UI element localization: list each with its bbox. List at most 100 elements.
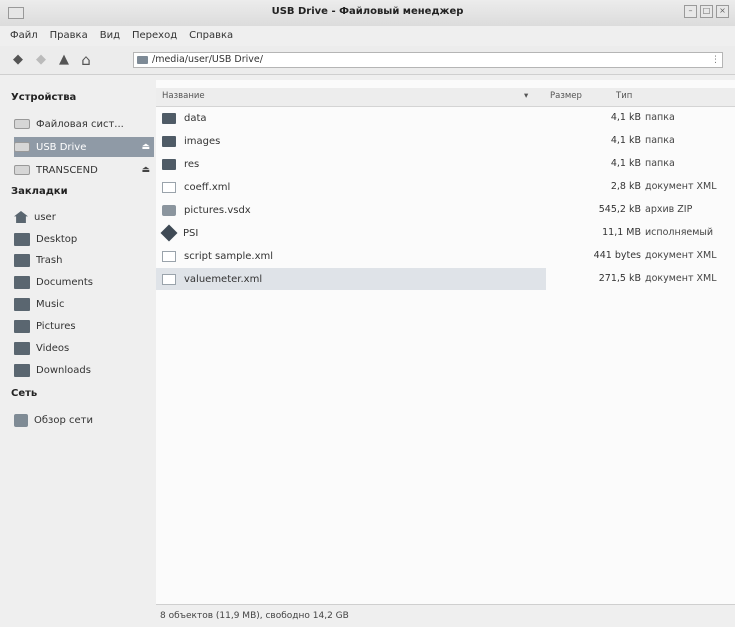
maximize-icon[interactable]: □ (700, 5, 713, 18)
file-icon (162, 273, 176, 285)
forward-icon[interactable]: ◆ (33, 52, 49, 68)
eject-icon[interactable]: ⏏ (141, 142, 150, 152)
file-name: pictures.vsdx (184, 204, 251, 216)
table-row[interactable]: res 4,1 kB папка (156, 153, 735, 175)
network-icon (14, 413, 28, 427)
folder-icon (14, 232, 30, 246)
file-name: PSI (183, 227, 199, 239)
sort-arrow-icon[interactable]: ▾ (524, 91, 528, 101)
sidebar-item-filesystem[interactable]: Файловая сист... (14, 114, 154, 134)
table-row[interactable]: script sample.xml 441 bytes документ XML (156, 245, 735, 267)
sidebar-item-browse-network[interactable]: Обзор сети (14, 410, 154, 430)
file-size: 4,1 kB (610, 135, 641, 146)
file-name: images (184, 135, 221, 147)
sidebar-item-label: Pictures (36, 320, 76, 332)
home-icon[interactable]: ⌂ (78, 52, 94, 68)
column-header: Название ▾ Размер Тип (156, 88, 735, 107)
file-name-cell[interactable]: images (156, 130, 546, 152)
sidebar-item-label: user (34, 211, 56, 223)
file-size: 441 bytes (593, 250, 641, 261)
sidebar-item-label: Videos (36, 342, 70, 354)
sidebar-item-downloads[interactable]: Downloads (14, 360, 154, 380)
sidebar-item-usb-drive[interactable]: USB Drive ⏏ (14, 137, 154, 157)
sidebar-heading-devices: Устройства (11, 92, 77, 103)
sidebar-item-transcend[interactable]: TRANSCEND ⏏ (14, 160, 154, 180)
location-path: /media/user/USB Drive/ (152, 54, 263, 65)
up-icon[interactable]: ▲ (56, 52, 72, 68)
table-row[interactable]: PSI 11,1 MB исполняемый (156, 222, 735, 244)
file-name-cell[interactable]: PSI (156, 222, 546, 244)
sidebar-item-label: TRANSCEND (36, 164, 98, 176)
file-size: 4,1 kB (610, 158, 641, 169)
folder-icon (137, 56, 148, 64)
drive-icon (14, 142, 30, 152)
column-size-header[interactable]: Размер (550, 91, 582, 101)
sidebar-heading-bookmarks: Закладки (11, 186, 68, 197)
file-size: 271,5 kB (598, 273, 641, 284)
table-row[interactable]: valuemeter.xml 271,5 kB документ XML (156, 268, 735, 290)
file-name-cell[interactable]: coeff.xml (156, 176, 546, 198)
table-row[interactable]: images 4,1 kB папка (156, 130, 735, 152)
folder-icon (14, 275, 30, 289)
sidebar-item-label: Файловая сист... (36, 118, 124, 130)
file-size: 545,2 kB (598, 204, 641, 215)
file-type: архив ZIP (645, 204, 693, 215)
archive-icon (162, 204, 176, 216)
column-name-header[interactable]: Название (162, 91, 205, 101)
folder-icon (14, 341, 30, 355)
file-name-cell[interactable]: res (156, 153, 546, 175)
sidebar-item-label: Обзор сети (34, 414, 93, 426)
file-type: исполняемый (645, 227, 714, 238)
toolbar: ◆ ◆ ▲ ⌂ /media/user/USB Drive/ ⋮ (0, 46, 735, 75)
file-type: документ XML (645, 273, 717, 284)
menu-view[interactable]: Вид (100, 26, 120, 46)
file-name-cell[interactable]: data (156, 107, 546, 129)
file-type: документ XML (645, 250, 717, 261)
folder-icon (14, 319, 30, 333)
file-name-cell[interactable]: pictures.vsdx (156, 199, 546, 221)
sidebar-item-user[interactable]: user (14, 207, 154, 227)
sidebar-item-label: Downloads (36, 364, 91, 376)
table-row[interactable]: coeff.xml 2,8 kB документ XML (156, 176, 735, 198)
file-type: папка (645, 112, 675, 123)
status-bar: 8 объектов (11,9 MB), свободно 14,2 GB (156, 604, 735, 627)
location-bar[interactable]: /media/user/USB Drive/ ⋮ (133, 52, 723, 68)
table-row[interactable]: pictures.vsdx 545,2 kB архив ZIP (156, 199, 735, 221)
file-type: папка (645, 158, 675, 169)
file-list: Название ▾ Размер Тип data 4,1 kB папка ima… (156, 80, 735, 627)
sidebar-item-label: Music (36, 298, 65, 310)
sidebar-item-desktop[interactable]: Desktop (14, 229, 154, 249)
minimize-icon[interactable]: – (684, 5, 697, 18)
sidebar-item-label: Desktop (36, 233, 78, 245)
column-type-header[interactable]: Тип (616, 91, 632, 101)
menu-file[interactable]: Файл (10, 26, 38, 46)
sidebar-heading-network: Сеть (11, 388, 38, 399)
drive-icon (14, 165, 30, 175)
sidebar-item-music[interactable]: Music (14, 294, 154, 314)
file-name-cell[interactable]: script sample.xml (156, 245, 546, 267)
sidebar-item-label: Trash (36, 254, 63, 266)
table-row[interactable]: data 4,1 kB папка (156, 107, 735, 129)
sidebar-item-pictures[interactable]: Pictures (14, 316, 154, 336)
close-icon[interactable]: × (716, 5, 729, 18)
drive-icon (14, 119, 30, 129)
file-icon (162, 181, 176, 193)
sidebar-item-trash[interactable]: Trash (14, 250, 154, 270)
window-controls: – □ × (684, 5, 729, 18)
back-icon[interactable]: ◆ (10, 52, 26, 68)
file-size: 2,8 kB (610, 181, 641, 192)
path-menu-icon[interactable]: ⋮ (711, 55, 720, 65)
file-name: valuemeter.xml (184, 273, 263, 285)
file-icon (162, 250, 176, 262)
sidebar: Устройства Файловая сист... USB Drive ⏏ … (8, 80, 156, 620)
menu-go[interactable]: Переход (132, 26, 177, 46)
menu-help[interactable]: Справка (189, 26, 233, 46)
file-size: 4,1 kB (610, 112, 641, 123)
eject-icon[interactable]: ⏏ (141, 165, 150, 175)
sidebar-item-documents[interactable]: Documents (14, 272, 154, 292)
window-title: USB Drive - Файловый менеджер (271, 6, 464, 17)
file-type: папка (645, 135, 675, 146)
file-name-cell[interactable]: valuemeter.xml (156, 268, 546, 290)
menu-edit[interactable]: Правка (50, 26, 88, 46)
sidebar-item-videos[interactable]: Videos (14, 338, 154, 358)
